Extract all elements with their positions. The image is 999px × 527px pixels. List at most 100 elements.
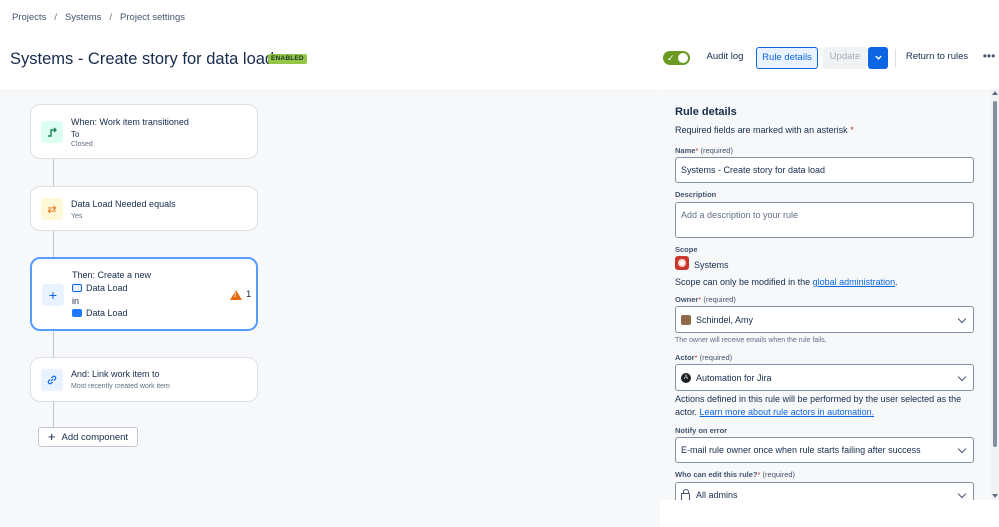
rule-enabled-toggle[interactable]: ✓: [663, 51, 690, 65]
notify-label-text: Notify on error: [675, 426, 728, 435]
actor-help-line1: Actions defined in this rule will be per…: [675, 394, 962, 404]
scope-value: Systems: [694, 260, 729, 270]
rule-header: Systems - Create story for data load ENA…: [0, 30, 999, 86]
audit-log-button[interactable]: Audit log: [700, 47, 750, 69]
owner-label-text: Owner: [675, 295, 699, 304]
add-component-button[interactable]: + Add component: [38, 427, 138, 447]
condition-card[interactable]: ⇄ Data Load Needed equals Yes: [30, 186, 258, 231]
rule-name-input[interactable]: Systems - Create story for data load: [675, 157, 974, 183]
action-project: Data Load: [72, 308, 128, 318]
actor-value: Automation for Jira: [696, 372, 772, 383]
status-badge: ENABLED: [268, 54, 307, 64]
warning-icon: !: [230, 289, 242, 300]
update-button[interactable]: Update: [823, 47, 867, 69]
chevron-down-icon: [874, 55, 882, 60]
transition-icon: [41, 121, 63, 143]
warning-count: 1: [246, 289, 252, 300]
required-asterisk: *: [695, 146, 699, 155]
trigger-title: When: Work item transitioned: [71, 117, 189, 127]
link-action-card[interactable]: And: Link work item to Most recently cre…: [30, 357, 258, 402]
panel-scrollbar[interactable]: [991, 89, 999, 500]
notify-label: Notify on error: [675, 426, 727, 435]
required-asterisk: *: [757, 470, 761, 479]
plus-icon: +: [42, 284, 64, 306]
connector-line: [53, 231, 54, 258]
required-asterisk: *: [694, 353, 698, 362]
plus-icon: +: [47, 429, 56, 444]
owner-required-text: (required): [703, 295, 736, 304]
panel-title: Rule details: [675, 106, 737, 118]
notify-value: E-mail rule owner once when rule starts …: [681, 445, 921, 455]
breadcrumb-projects[interactable]: Projects: [12, 12, 46, 23]
more-actions-icon[interactable]: •••: [979, 47, 999, 69]
breadcrumb: Projects / Systems / Project settings: [12, 10, 185, 24]
work-item-type-icon: [72, 284, 82, 292]
add-component-label: Add component: [61, 431, 129, 443]
chevron-down-icon: [957, 444, 967, 454]
scroll-up-icon[interactable]: [992, 91, 998, 95]
chevron-down-icon: [957, 314, 967, 323]
update-dropdown-button[interactable]: [868, 47, 888, 69]
action-title: Then: Create a new: [72, 270, 152, 280]
name-required-text: (required): [700, 146, 733, 155]
rule-actors-learn-more-link[interactable]: Learn more about rule actors in automati…: [700, 407, 875, 417]
automation-avatar: A: [681, 372, 691, 383]
return-to-rules-button[interactable]: Return to rules: [901, 47, 973, 69]
trigger-card[interactable]: When: Work item transitioned To Closed: [30, 104, 258, 159]
project-avatar-icon: [675, 256, 689, 270]
connector-line: [53, 159, 54, 186]
condition-icon: ⇄: [41, 198, 63, 220]
action-item-type-label: Data Load: [86, 283, 128, 293]
scroll-down-icon[interactable]: [992, 494, 998, 498]
project-avatar-icon: [72, 309, 82, 317]
action-card[interactable]: + Then: Create a new Data Load in Data L…: [30, 257, 258, 331]
scrollbar-thumb[interactable]: [993, 101, 997, 447]
required-asterisk: *: [698, 295, 702, 304]
required-note: Required fields are marked with an aster…: [675, 125, 854, 135]
owner-help: The owner will receive emails when the r…: [675, 337, 827, 344]
rule-details-panel: Rule details Required fields are marked …: [659, 89, 991, 500]
link-action-title: And: Link work item to: [71, 369, 160, 379]
editors-value: All admins: [696, 490, 738, 500]
rule-details-button[interactable]: Rule details: [756, 47, 818, 69]
actor-label: Actor* (required): [675, 353, 732, 362]
scope-label: Scope: [675, 245, 698, 254]
scope-help-suffix: .: [895, 277, 898, 287]
toggle-knob: [678, 53, 688, 63]
link-icon: [41, 369, 63, 391]
owner-select[interactable]: Schindel, Amy: [675, 306, 974, 333]
editors-required-text: (required): [762, 470, 796, 479]
required-asterisk: *: [850, 125, 854, 135]
breadcrumb-project-settings[interactable]: Project settings: [120, 12, 185, 23]
who-can-edit-select[interactable]: All admins: [675, 482, 974, 500]
rule-canvas: When: Work item transitioned To Closed ⇄…: [0, 89, 660, 527]
condition-title: Data Load Needed equals: [71, 199, 176, 209]
chevron-down-icon: [957, 489, 967, 499]
link-action-target: Most recently created work item: [71, 383, 170, 390]
owner-label: Owner* (required): [675, 295, 736, 304]
breadcrumb-systems[interactable]: Systems: [65, 12, 101, 23]
actor-help-line2: actor. Learn more about rule actors in a…: [675, 407, 874, 417]
page-title: Systems - Create story for data load: [10, 50, 275, 68]
action-warning[interactable]: ! 1: [230, 289, 251, 300]
owner-value: Schindel, Amy: [696, 314, 754, 325]
required-note-text: Required fields are marked with an aster…: [675, 125, 848, 135]
lock-icon: [681, 488, 690, 500]
action-in-label: in: [72, 296, 80, 306]
global-administration-link[interactable]: global administration: [813, 277, 896, 287]
description-label-text: Description: [675, 190, 717, 199]
action-item-type: Data Load: [72, 283, 128, 293]
actor-label-text: Actor: [675, 353, 695, 362]
actor-required-text: (required): [699, 353, 733, 362]
trigger-to-label: To: [71, 130, 80, 139]
notify-on-error-select[interactable]: E-mail rule owner once when rule starts …: [675, 437, 974, 463]
description-textarea[interactable]: Add a description to your rule: [675, 202, 974, 238]
name-label-text: Name: [675, 146, 696, 155]
description-label: Description: [675, 190, 716, 199]
connector-line: [53, 331, 54, 358]
actor-help-prefix: actor.: [675, 407, 698, 417]
chevron-down-icon: [957, 372, 967, 381]
actor-select[interactable]: A Automation for Jira: [675, 364, 974, 391]
name-label: Name* (required): [675, 146, 733, 155]
breadcrumb-separator: /: [54, 11, 57, 23]
